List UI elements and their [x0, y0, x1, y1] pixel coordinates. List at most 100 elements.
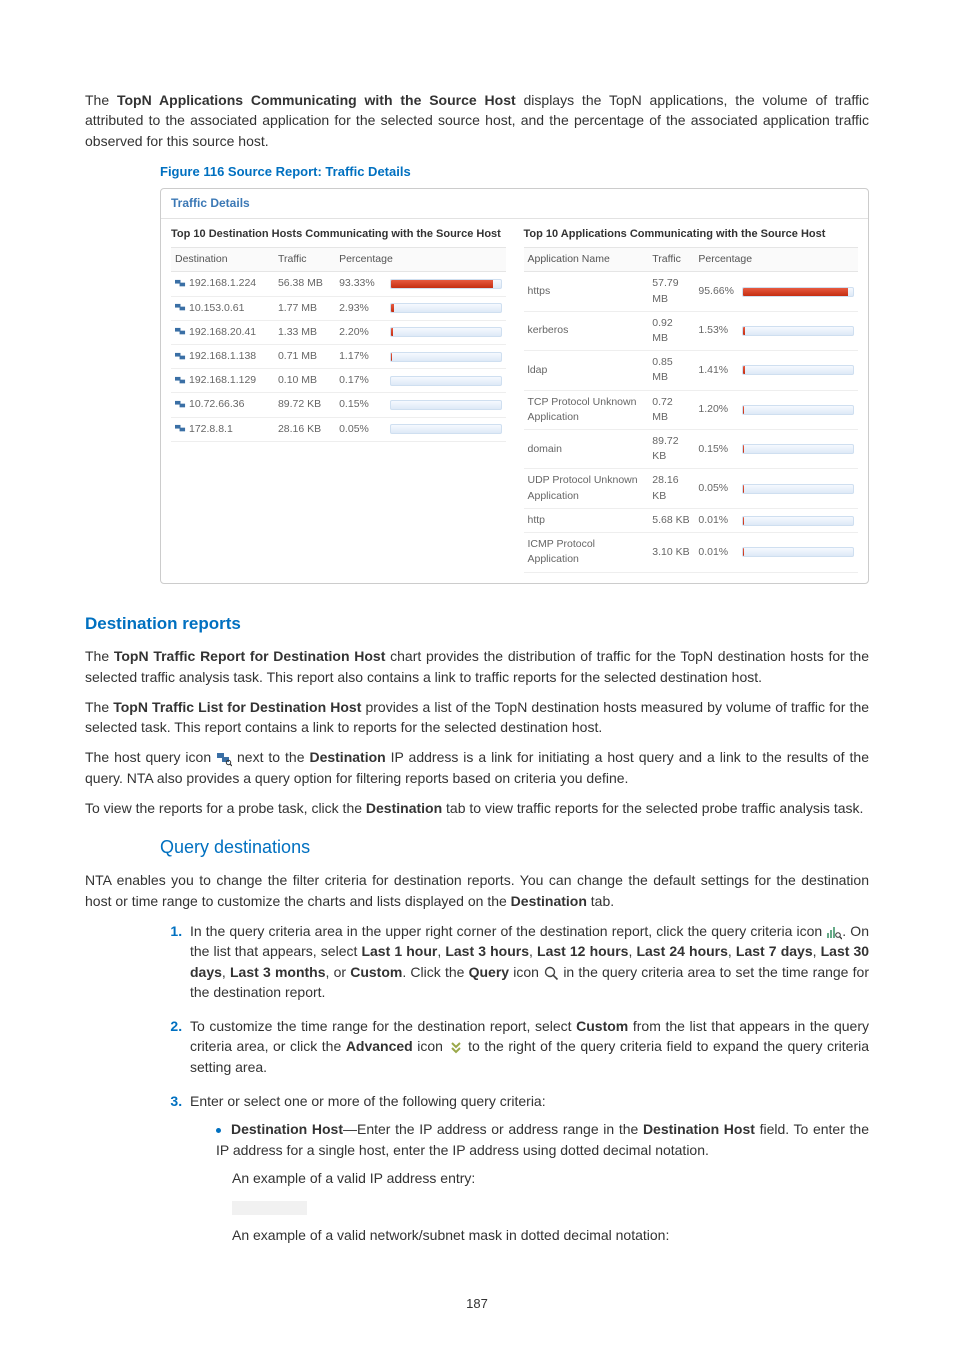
- percentage-bar: [390, 303, 502, 313]
- text: next to the: [237, 749, 309, 765]
- table-row: ldap0.85 MB1.41%: [524, 351, 859, 390]
- cell-traffic: 89.72 KB: [648, 430, 694, 469]
- cell-destination[interactable]: 192.168.20.41: [171, 320, 274, 344]
- host-query-icon: [216, 751, 232, 767]
- col-percentage[interactable]: Percentage: [335, 248, 505, 272]
- text: tab to view traffic reports for the sele…: [442, 800, 863, 816]
- option: Last 12 hours: [537, 943, 628, 959]
- cell-destination[interactable]: 10.72.66.36: [171, 393, 274, 417]
- text-bold: Destination Host: [231, 1121, 343, 1137]
- cell-bar: [386, 296, 506, 320]
- cell-traffic: 3.10 KB: [648, 533, 694, 572]
- paragraph: The TopN Traffic Report for Destination …: [85, 646, 869, 687]
- option: Last 3 months: [230, 964, 326, 980]
- cell-traffic: 57.79 MB: [648, 272, 694, 311]
- cell-traffic: 56.38 MB: [274, 272, 335, 296]
- text-bold: Advanced: [346, 1038, 413, 1054]
- paragraph: The TopN Traffic List for Destination Ho…: [85, 697, 869, 738]
- col-traffic[interactable]: Traffic: [274, 248, 335, 272]
- cell-destination[interactable]: 172.8.8.1: [171, 417, 274, 441]
- heading-query-destinations: Query destinations: [160, 834, 869, 860]
- percentage-bar: [390, 327, 502, 337]
- text: To view the reports for a probe task, cl…: [85, 800, 366, 816]
- table-row: ICMP Protocol Application3.10 KB0.01%: [524, 533, 859, 572]
- intro-paragraph: The TopN Applications Communicating with…: [85, 90, 869, 151]
- cell-percentage: 0.05%: [694, 469, 738, 508]
- option: Last 3 hours: [445, 943, 529, 959]
- destination-hosts-section: Top 10 Destination Hosts Communicating w…: [171, 227, 506, 572]
- panel-title: Traffic Details: [161, 189, 868, 219]
- cell-percentage: 2.20%: [335, 320, 385, 344]
- table-row: 192.168.1.1380.71 MB1.17%: [171, 344, 506, 368]
- text: NTA enables you to change the filter cri…: [85, 872, 869, 908]
- table-row: http5.68 KB0.01%: [524, 508, 859, 532]
- cell-app[interactable]: https: [524, 272, 649, 311]
- cell-percentage: 1.17%: [335, 344, 385, 368]
- text: The: [85, 699, 113, 715]
- cell-bar: [386, 344, 506, 368]
- query-criteria-icon: [826, 924, 842, 940]
- text: ,: [728, 943, 736, 959]
- col-app[interactable]: Application Name: [524, 248, 649, 272]
- cell-traffic: 5.68 KB: [648, 508, 694, 532]
- applications-section: Top 10 Applications Communicating with t…: [524, 227, 859, 572]
- text-bold: Destination: [511, 893, 587, 909]
- table-row: UDP Protocol Unknown Application28.16 KB…: [524, 469, 859, 508]
- host-icon: [175, 424, 186, 433]
- table-row: https57.79 MB95.66%: [524, 272, 859, 311]
- text-bold: Query: [469, 964, 509, 980]
- text-bold: Custom: [350, 964, 402, 980]
- step-2: To customize the time range for the dest…: [186, 1016, 869, 1077]
- host-icon: [175, 327, 186, 336]
- cell-bar: [738, 390, 858, 429]
- percentage-bar: [742, 405, 854, 415]
- paragraph: The host query icon next to the Destinat…: [85, 747, 869, 788]
- cell-traffic: 0.71 MB: [274, 344, 335, 368]
- advanced-expand-icon: [448, 1040, 464, 1056]
- cell-bar: [738, 272, 858, 311]
- cell-app[interactable]: kerberos: [524, 311, 649, 350]
- cell-percentage: 1.20%: [694, 390, 738, 429]
- text-bold: TopN Applications Communicating with the…: [117, 92, 516, 108]
- cell-app[interactable]: domain: [524, 430, 649, 469]
- cell-bar: [738, 430, 858, 469]
- table-row: 192.168.20.411.33 MB2.20%: [171, 320, 506, 344]
- table-row: domain89.72 KB0.15%: [524, 430, 859, 469]
- page: The TopN Applications Communicating with…: [0, 0, 954, 1354]
- percentage-bar: [742, 444, 854, 454]
- host-icon: [175, 400, 186, 409]
- cell-bar: [738, 311, 858, 350]
- cell-app[interactable]: UDP Protocol Unknown Application: [524, 469, 649, 508]
- percentage-bar: [742, 516, 854, 526]
- cell-app[interactable]: ldap: [524, 351, 649, 390]
- col-destination[interactable]: Destination: [171, 248, 274, 272]
- paragraph: To view the reports for a probe task, cl…: [85, 798, 869, 818]
- cell-traffic: 28.16 KB: [648, 469, 694, 508]
- cell-app[interactable]: TCP Protocol Unknown Application: [524, 390, 649, 429]
- text: —Enter the IP address or address range i…: [343, 1121, 643, 1137]
- cell-app[interactable]: http: [524, 508, 649, 532]
- cell-destination[interactable]: 10.153.0.61: [171, 296, 274, 320]
- host-icon: [175, 352, 186, 361]
- col-percentage[interactable]: Percentage: [694, 248, 858, 272]
- steps-list: In the query criteria area in the upper …: [160, 921, 869, 1245]
- cell-traffic: 0.85 MB: [648, 351, 694, 390]
- col-traffic[interactable]: Traffic: [648, 248, 694, 272]
- cell-app[interactable]: ICMP Protocol Application: [524, 533, 649, 572]
- bullet-item: Destination Host—Enter the IP address or…: [216, 1119, 869, 1160]
- cell-traffic: 0.92 MB: [648, 311, 694, 350]
- cell-bar: [738, 351, 858, 390]
- cell-percentage: 1.53%: [694, 311, 738, 350]
- text: Enter or select one or more of the follo…: [190, 1093, 546, 1109]
- cell-destination[interactable]: 192.168.1.224: [171, 272, 274, 296]
- percentage-bar: [742, 326, 854, 336]
- text-bold: Destination: [309, 749, 385, 765]
- cell-destination[interactable]: 192.168.1.129: [171, 369, 274, 393]
- cell-traffic: 89.72 KB: [274, 393, 335, 417]
- cell-destination[interactable]: 192.168.1.138: [171, 344, 274, 368]
- percentage-bar: [742, 547, 854, 557]
- traffic-details-panel: Traffic Details Top 10 Destination Hosts…: [160, 188, 869, 584]
- text: icon: [509, 964, 543, 980]
- cell-traffic: 28.16 KB: [274, 417, 335, 441]
- cell-percentage: 0.05%: [335, 417, 385, 441]
